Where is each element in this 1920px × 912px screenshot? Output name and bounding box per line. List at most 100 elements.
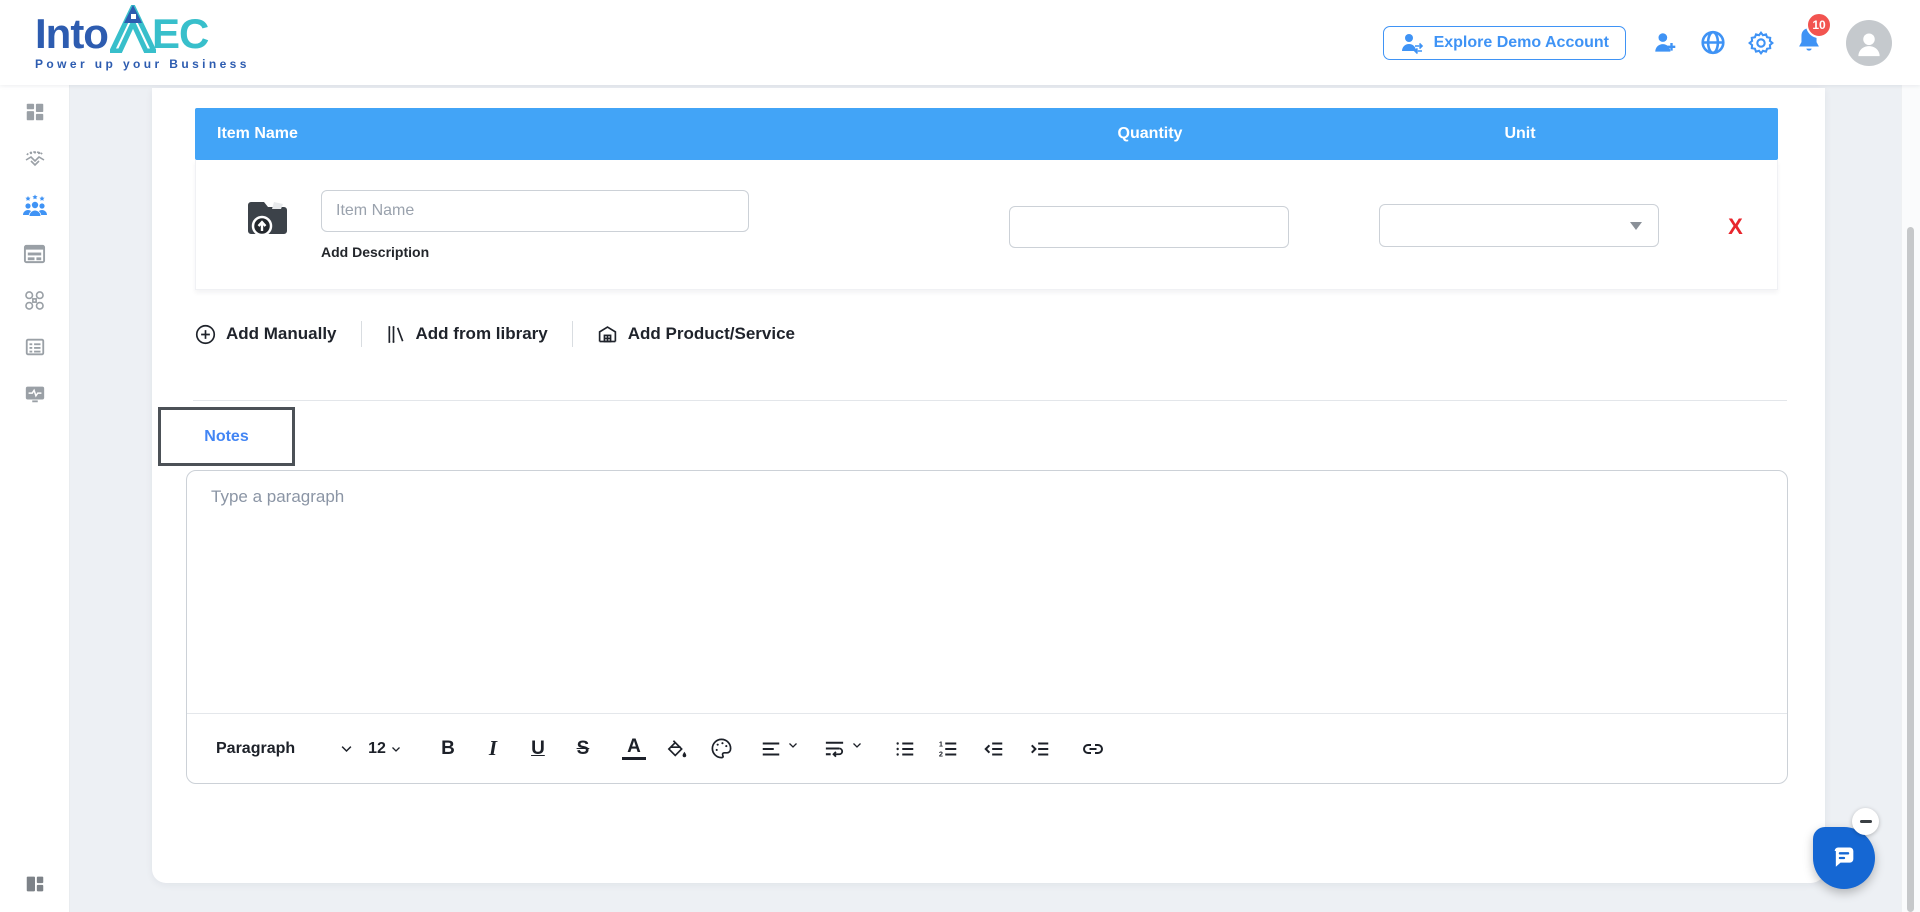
text-wrap-icon: [825, 741, 844, 758]
font-size-dropdown[interactable]: 12: [368, 740, 402, 758]
svg-text:2: 2: [939, 749, 943, 758]
palette-icon: [711, 738, 732, 759]
item-name-input[interactable]: [321, 190, 749, 232]
warehouse-icon: [598, 325, 616, 342]
user-silhouette-icon: [1858, 33, 1880, 56]
outdent-button[interactable]: [983, 738, 1005, 760]
activity-monitor-icon: [25, 386, 44, 403]
bold-label: B: [441, 737, 455, 759]
chevron-down-icon: [788, 742, 797, 748]
delete-row-button[interactable]: X: [1728, 216, 1743, 289]
add-product-service-label: Add Product/Service: [627, 324, 795, 343]
strikethrough-button[interactable]: S: [571, 738, 595, 760]
outdent-icon: [984, 741, 1003, 756]
chat-minimize-button[interactable]: [1852, 808, 1879, 835]
sidebar-item-forms[interactable]: [22, 241, 48, 265]
font-size-value: 12: [368, 739, 386, 757]
underline-button[interactable]: U: [526, 738, 550, 760]
sidebar-item-partnership[interactable]: [22, 147, 48, 171]
notes-editor: Type a paragraph Paragraph 12 B I U S A: [186, 470, 1788, 784]
chevron-down-icon: [391, 746, 400, 752]
column-header-unit: Unit: [1504, 125, 1536, 142]
align-left-icon: [762, 741, 780, 756]
add-manually-label: Add Manually: [226, 324, 337, 343]
logo-text-into: Into: [35, 10, 109, 57]
sidebar-item-documents[interactable]: [22, 335, 48, 359]
strikethrough-label: S: [576, 737, 590, 759]
fill-color-button[interactable]: [667, 738, 689, 760]
chat-widget-button[interactable]: [1813, 827, 1875, 889]
notes-editor-content[interactable]: [187, 471, 1787, 714]
sidebar-item-integrations[interactable]: [22, 288, 48, 312]
globe-icon[interactable]: [1700, 30, 1726, 56]
paragraph-style-dropdown[interactable]: Paragraph: [216, 740, 295, 758]
add-description-link[interactable]: Add Description: [321, 244, 429, 260]
logo-triangle-a-icon: [109, 5, 156, 53]
indent-button[interactable]: [1029, 738, 1051, 760]
numbered-list-button[interactable]: 1 2: [937, 738, 959, 760]
page-scrollbar-thumb[interactable]: [1907, 227, 1914, 912]
text-wrap-dropdown[interactable]: [823, 737, 863, 760]
divider: [360, 321, 362, 347]
collapse-sidebar-button[interactable]: [22, 872, 48, 896]
color-palette-button[interactable]: [710, 737, 733, 760]
items-table-header: Item Name Quantity Unit: [195, 108, 1778, 160]
add-actions-row: Add Manually Add from library Add Produc…: [195, 320, 795, 348]
chevron-down-icon[interactable]: [339, 741, 354, 756]
paint-bucket-icon: [667, 739, 687, 757]
numbered-list-icon: 1 2: [939, 739, 957, 758]
divider: [571, 321, 573, 347]
switch-account-icon: [1401, 33, 1423, 54]
notes-tab-label: Notes: [204, 427, 249, 445]
link-icon: [1082, 743, 1103, 754]
add-product-service-button[interactable]: Add Product/Service: [597, 324, 795, 345]
chevron-down-icon: [1630, 222, 1642, 230]
explore-demo-account-button[interactable]: Explore Demo Account: [1382, 25, 1626, 60]
notifications-button[interactable]: 10: [1796, 12, 1832, 59]
italic-label: I: [488, 736, 498, 760]
tab-notes[interactable]: Notes: [158, 407, 295, 466]
partnership-icon: [25, 151, 44, 167]
text-align-dropdown[interactable]: [760, 738, 799, 760]
logo-text-ec: EC: [151, 10, 209, 57]
notification-badge: 10: [1806, 12, 1832, 38]
sidebar-item-dashboard[interactable]: [22, 100, 48, 124]
svg-text:1: 1: [939, 739, 943, 748]
divider: [193, 400, 1787, 401]
add-from-library-button[interactable]: Add from library: [386, 324, 548, 345]
documents-icon: [25, 338, 44, 356]
add-from-library-label: Add from library: [415, 324, 548, 343]
font-color-label: A: [627, 736, 641, 758]
left-sidebar: [0, 85, 70, 912]
app-header: Into EC Power up your Business Explore D…: [0, 0, 1920, 85]
chat-bubble-icon: [1834, 847, 1854, 867]
quantity-input[interactable]: [1009, 206, 1289, 248]
italic-button[interactable]: I: [481, 736, 505, 761]
insert-link-button[interactable]: [1081, 737, 1105, 761]
underline-label: U: [531, 737, 545, 759]
sidebar-item-team-active[interactable]: [22, 194, 48, 218]
minimize-icon: [1859, 820, 1872, 823]
bullet-list-icon: [896, 741, 914, 756]
editor-toolbar: Paragraph 12 B I U S A 1 2: [187, 713, 1787, 783]
unit-dropdown[interactable]: [1379, 204, 1659, 247]
person-add-icon[interactable]: [1652, 30, 1678, 56]
bullet-list-button[interactable]: [894, 738, 916, 760]
upload-folder-icon[interactable]: [241, 190, 297, 246]
avatar[interactable]: [1846, 19, 1892, 66]
sidebar-item-activity[interactable]: [22, 382, 48, 406]
paragraph-style-label: Paragraph: [216, 739, 296, 757]
logo-tagline: Power up your Business: [35, 57, 250, 71]
page-scrollbar-track[interactable]: [1901, 85, 1920, 912]
collapse-sidebar-icon: [26, 876, 43, 892]
gear-icon[interactable]: [1748, 30, 1774, 56]
bold-button[interactable]: B: [436, 738, 460, 760]
font-color-button[interactable]: A: [621, 736, 646, 760]
form-window-icon: [23, 244, 46, 263]
explore-demo-label: Explore Demo Account: [1433, 33, 1609, 51]
app-logo[interactable]: Into EC Power up your Business: [35, 5, 250, 71]
team-icon: [22, 194, 47, 216]
plus-circle-icon: [195, 324, 216, 344]
add-manually-button[interactable]: Add Manually: [195, 324, 337, 345]
table-row: Add Description X: [195, 160, 1778, 290]
